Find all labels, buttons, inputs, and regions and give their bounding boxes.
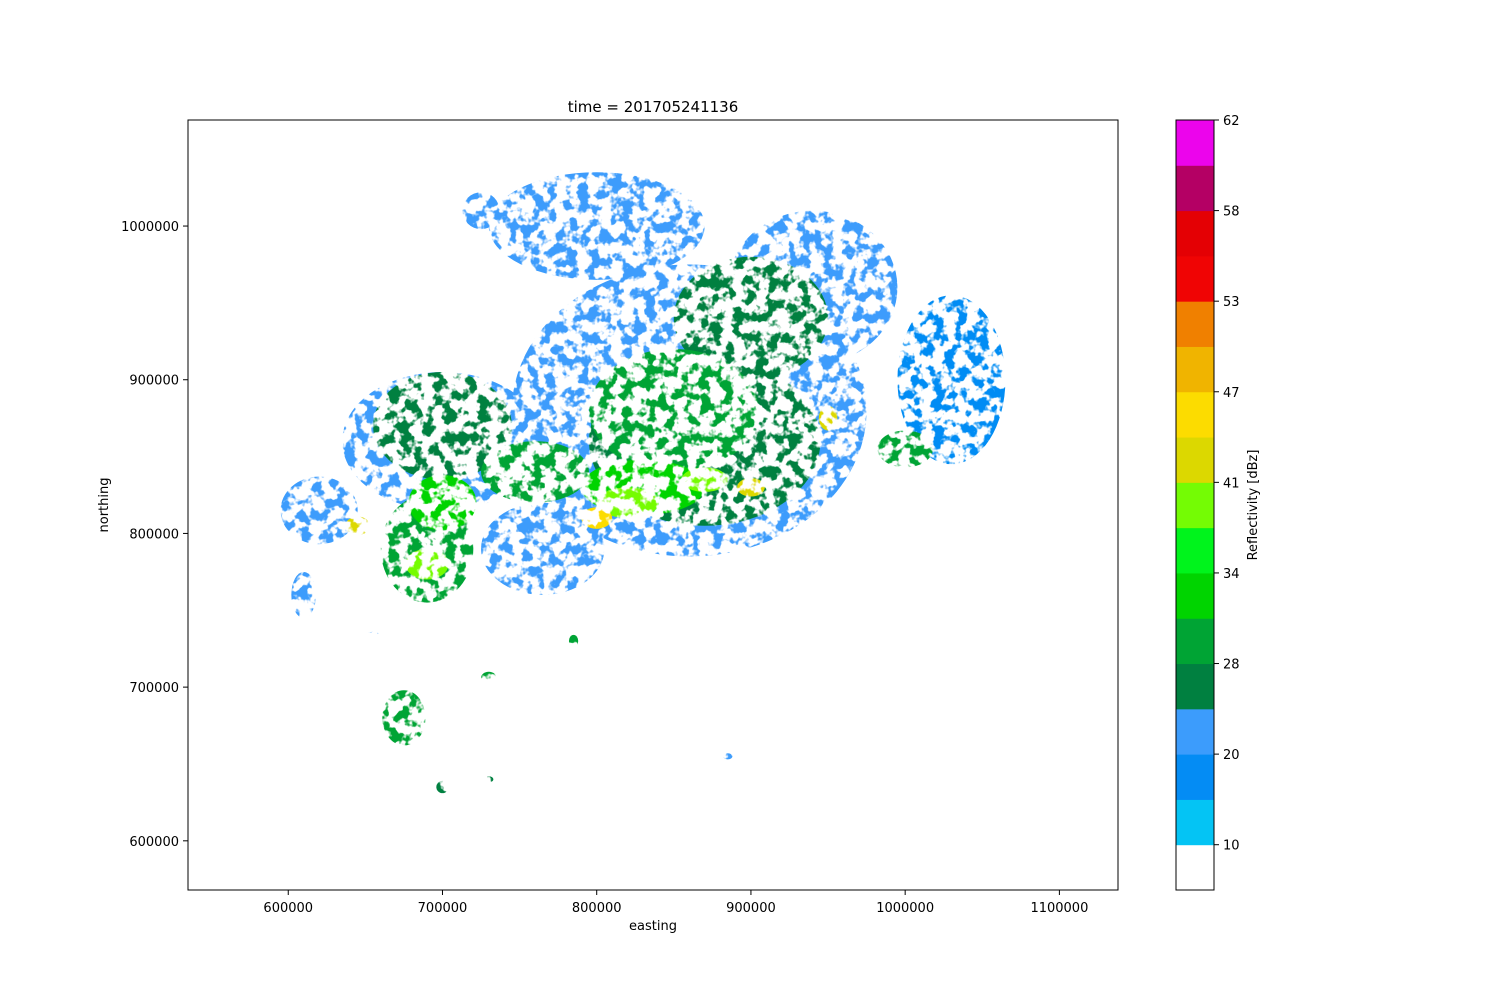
colorbar-level — [1176, 663, 1214, 710]
x-tick-label: 700000 — [418, 901, 468, 916]
colorbar-level — [1176, 255, 1214, 302]
y-axis: 600000 700000 800000 900000 1000000 — [121, 220, 188, 850]
colorbar-ticks: 10 20 28 34 41 47 53 58 62 — [1214, 114, 1240, 854]
colorbar-tick-label: 20 — [1223, 748, 1240, 763]
radar-reflectivity-figure: time = 201705241136 600000 700000 800000 90… — [97, 98, 1261, 934]
colorbar-level — [1176, 165, 1214, 212]
colorbar-level — [1176, 572, 1214, 619]
colorbar-level — [1176, 527, 1214, 574]
x-tick-label: 800000 — [572, 901, 622, 916]
echo-region — [481, 441, 589, 503]
echo-region — [462, 192, 500, 230]
colorbar-level — [1176, 301, 1214, 347]
colorbar-tick-label: 34 — [1223, 567, 1240, 582]
echo-region — [568, 634, 579, 648]
echo-region — [436, 780, 449, 794]
colorbar-tick-label: 47 — [1223, 386, 1240, 401]
echo-region — [581, 507, 613, 529]
x-tick-label: 1000000 — [876, 901, 934, 916]
colorbar — [1176, 120, 1214, 891]
colorbar-level — [1176, 799, 1214, 846]
echo-region — [365, 631, 381, 642]
echo-region — [488, 172, 705, 280]
echo-region — [484, 776, 494, 783]
x-axis: 600000 700000 800000 900000 1000000 1100000 — [263, 890, 1088, 916]
y-tick-label: 900000 — [129, 374, 179, 389]
y-tick-label: 600000 — [129, 835, 179, 850]
colorbar-tick-label: 53 — [1223, 295, 1240, 310]
colorbar-level — [1176, 391, 1214, 438]
colorbar-tick-label: 10 — [1223, 839, 1240, 854]
echo-region — [588, 349, 759, 472]
colorbar-tick-label: 58 — [1223, 205, 1240, 220]
echo-region — [723, 753, 733, 760]
colorbar-level — [1176, 120, 1214, 166]
echo-region — [291, 571, 317, 618]
colorbar-tick-label: 28 — [1223, 658, 1240, 673]
echo-region — [818, 405, 838, 431]
colorbar-level — [1176, 844, 1214, 891]
echo-region — [737, 478, 765, 497]
y-axis-label: northing — [97, 478, 112, 533]
echo-region — [481, 671, 497, 685]
colorbar-tick-label: 62 — [1223, 114, 1240, 129]
colorbar-level — [1176, 482, 1214, 529]
colorbar-level — [1176, 210, 1214, 257]
echo-region — [280, 476, 358, 545]
colorbar-level — [1176, 618, 1214, 665]
y-tick-label: 700000 — [129, 681, 179, 696]
echo-region — [345, 516, 370, 535]
echo-region — [408, 475, 477, 531]
colorbar-level — [1176, 708, 1214, 755]
colorbar-level — [1176, 754, 1214, 800]
echo-region — [405, 548, 449, 580]
colorbar-level — [1176, 346, 1214, 393]
x-axis-label: easting — [629, 919, 677, 934]
x-tick-label: 600000 — [263, 901, 313, 916]
y-tick-label: 800000 — [129, 527, 179, 542]
y-tick-label: 1000000 — [121, 220, 179, 235]
colorbar-label: Reflectivity [dBz] — [1246, 450, 1261, 561]
echo-region — [877, 430, 933, 468]
echo-region — [382, 690, 426, 746]
x-tick-label: 1100000 — [1030, 901, 1088, 916]
colorbar-tick-label: 41 — [1223, 476, 1240, 491]
chart-title: time = 201705241136 — [568, 98, 739, 116]
x-tick-label: 900000 — [726, 901, 776, 916]
echo-region — [681, 467, 728, 492]
colorbar-level — [1176, 437, 1214, 483]
